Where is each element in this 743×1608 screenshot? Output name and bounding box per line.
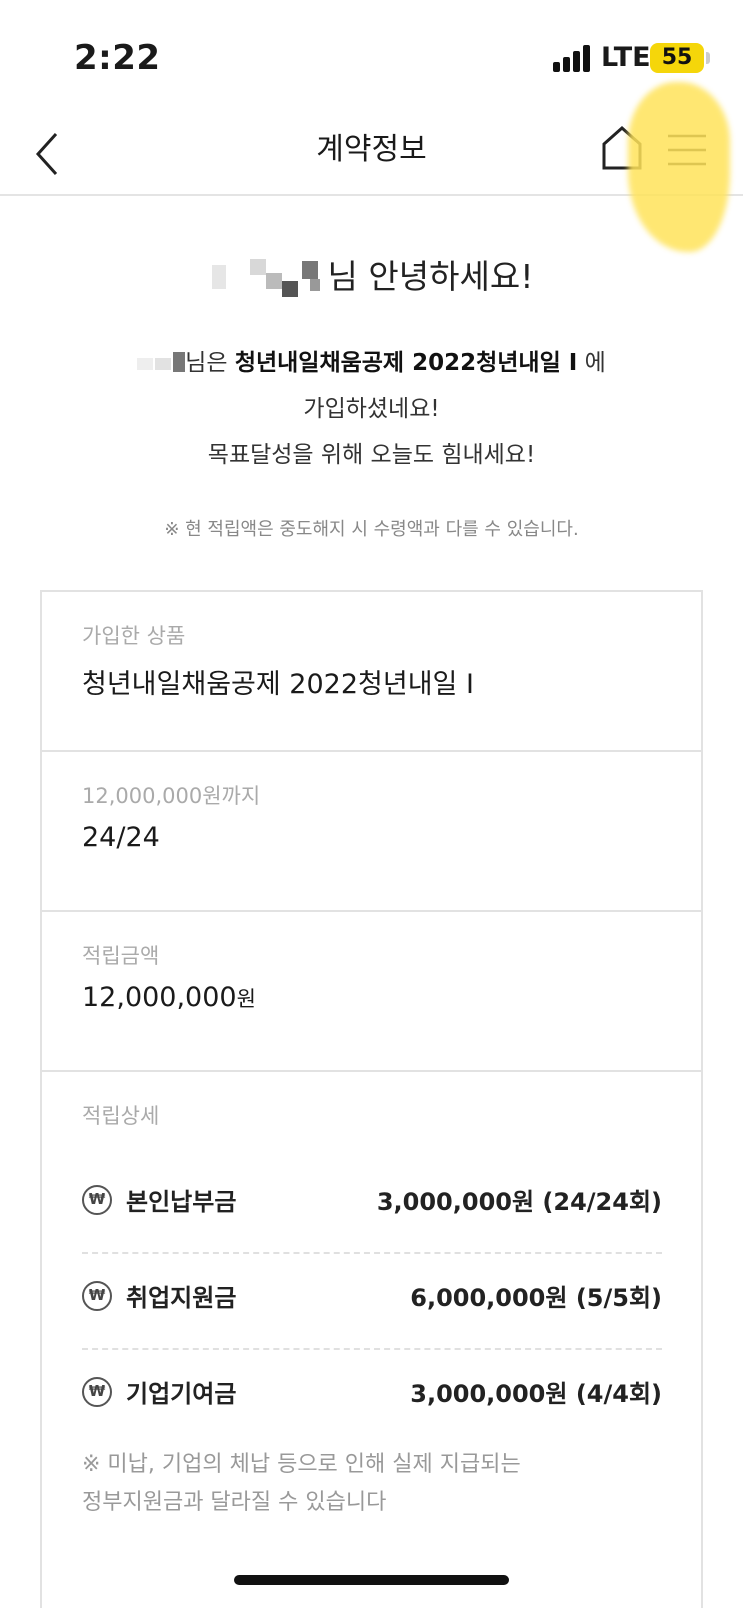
saved-amount-label: 적립금액 (82, 944, 160, 968)
product-section: 가입한 상품 청년내일채움공제 2022청년내일 I (42, 592, 701, 752)
won-coin-icon: ₩ (82, 1281, 112, 1311)
saved-amount-value: 12,000,000원 (82, 982, 256, 1013)
message-line-3: 목표달성을 위해 오늘도 힘내세요! (207, 442, 536, 468)
product-label: 가입한 상품 (82, 624, 186, 648)
detail-row-label: 기업기여금 (126, 1380, 237, 1408)
redacted-name (210, 258, 328, 299)
yellow-highlight-marker (628, 82, 730, 252)
won-coin-icon: ₩ (82, 1377, 112, 1407)
goal-value: 24/24 (82, 822, 160, 853)
welcome-message: 님은 청년내일채움공제 2022청년내일 I 에 가입하셨네요! 목표달성을 위… (0, 340, 743, 478)
saved-amount-section: 적립금액 12,000,000원 (42, 912, 701, 1072)
home-indicator[interactable] (234, 1575, 509, 1585)
contract-info-page: 2:22 LTE 55 계약정보 님 안녕하세요! 님은 청년내일채움공제 20… (0, 0, 743, 1608)
detail-row-label: 취업지원금 (126, 1284, 237, 1312)
details-label: 적립상세 (82, 1104, 160, 1128)
details-footnote: ※ 미납, 기업의 체납 등으로 인해 실제 지급되는 정부지원금과 달라질 수… (82, 1452, 521, 1515)
detail-row-employment: ₩ 취업지원금 6,000,000원 (5/5회) (82, 1268, 662, 1328)
battery-icon: 55 (650, 43, 704, 73)
detail-row-personal: ₩ 본인납부금 3,000,000원 (24/24회) (82, 1172, 662, 1232)
detail-row-value: 6,000,000원 (5/5회) (410, 1284, 662, 1312)
product-name-inline: 청년내일채움공제 2022청년내일 I (234, 350, 578, 376)
dashed-divider (82, 1348, 662, 1350)
greeting-line: 님 안녕하세요! (0, 250, 743, 299)
battery-cap (706, 52, 710, 64)
signal-icon (553, 44, 595, 72)
contract-card: 가입한 상품 청년내일채움공제 2022청년내일 I 12,000,000원까지… (40, 590, 703, 1608)
won-coin-icon: ₩ (82, 1185, 112, 1215)
message-line-2: 가입하셨네요! (303, 396, 440, 422)
network-type: LTE (601, 42, 651, 73)
detail-row-label: 본인납부금 (126, 1188, 237, 1216)
status-time: 2:22 (74, 38, 161, 78)
detail-row-company: ₩ 기업기여금 3,000,000원 (4/4회) (82, 1364, 662, 1424)
product-value: 청년내일채움공제 2022청년내일 I (82, 669, 474, 700)
details-section: 적립상세 ₩ 본인납부금 3,000,000원 (24/24회) ₩ 취업지원금… (42, 1072, 701, 1608)
withdrawal-notice: ※ 현 적립액은 중도해지 시 수령액과 다를 수 있습니다. (164, 519, 579, 540)
message-line-1: 님은 청년내일채움공제 2022청년내일 I 에 (0, 340, 743, 386)
detail-row-value: 3,000,000원 (24/24회) (376, 1188, 662, 1216)
detail-row-value: 3,000,000원 (4/4회) (410, 1380, 662, 1408)
redacted-name-small (137, 351, 186, 376)
goal-label: 12,000,000원까지 (82, 784, 261, 808)
greeting-text: 님 안녕하세요! (327, 257, 534, 296)
goal-section: 12,000,000원까지 24/24 (42, 752, 701, 912)
dashed-divider (82, 1252, 662, 1254)
status-bar: 2:22 LTE 55 (0, 0, 743, 110)
